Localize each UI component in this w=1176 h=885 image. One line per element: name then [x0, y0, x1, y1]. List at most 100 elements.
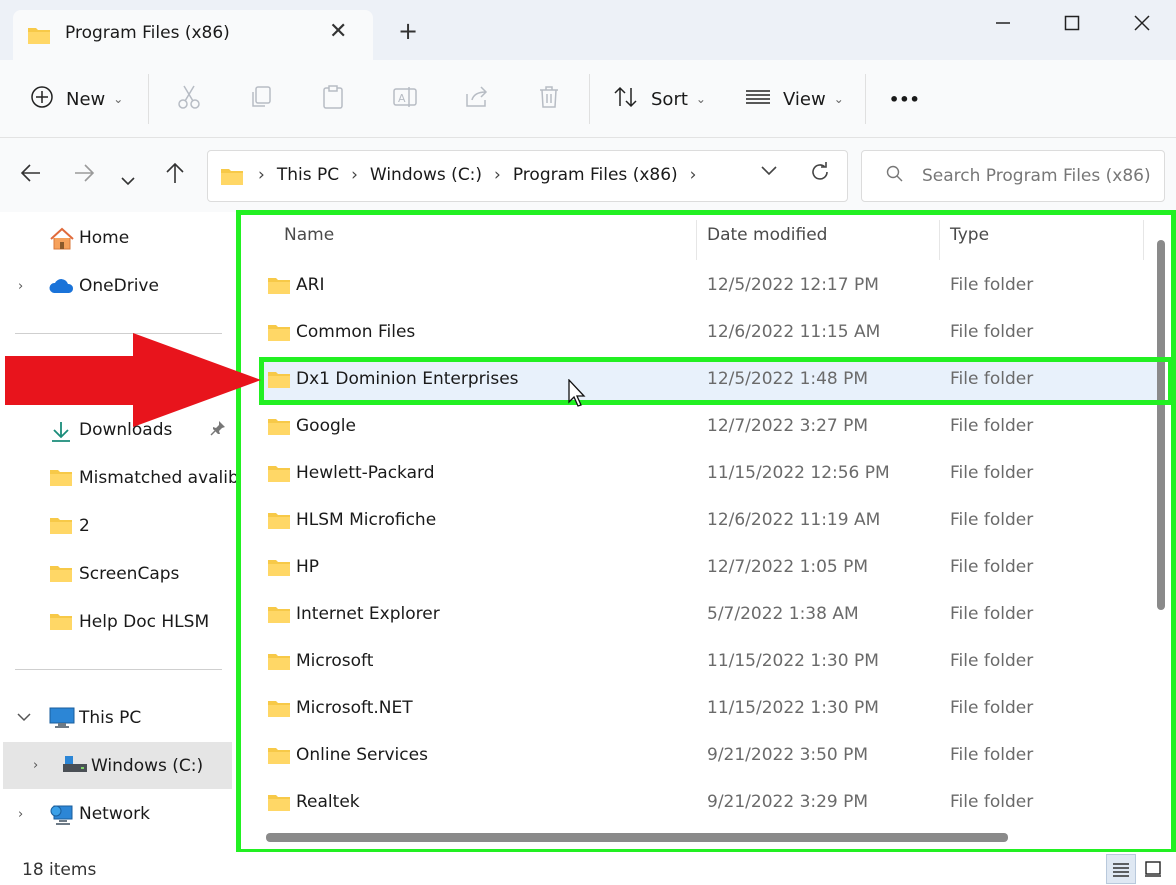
row-type: File folder	[950, 792, 1034, 812]
share-button[interactable]	[464, 60, 490, 138]
rename-icon: A	[392, 84, 418, 115]
minimize-button[interactable]	[979, 8, 1027, 38]
row-name: HLSM Microfiche	[296, 510, 437, 530]
row-date-modified: 12/5/2022 1:48 PM	[707, 369, 869, 389]
table-row[interactable]: Microsoft.NET 11/15/2022 1:30 PM File fold…	[259, 687, 1157, 731]
table-row[interactable]: Realtek 9/21/2022 3:29 PM File folder	[259, 781, 1157, 825]
sidebar-item-screencaps[interactable]: ScreenCaps	[0, 553, 236, 595]
refresh-icon[interactable]	[809, 161, 831, 189]
search-icon	[886, 165, 904, 188]
row-name: Microsoft.NET	[296, 698, 413, 718]
table-row[interactable]: ARI 12/5/2022 12:17 PM File folder	[259, 264, 1157, 308]
up-arrow-icon[interactable]	[164, 162, 186, 190]
table-row[interactable]: Hewlett-Packard 11/15/2022 12:56 PM File f…	[259, 452, 1157, 496]
chevron-right-icon: ›	[689, 165, 697, 185]
paste-button[interactable]	[320, 60, 346, 138]
column-header-type[interactable]: Type	[950, 212, 989, 258]
view-lines-icon	[745, 87, 771, 112]
breadcrumb-program-files-x86[interactable]: Program Files (x86)	[513, 165, 678, 185]
chevron-right-icon: ›	[18, 806, 24, 822]
folder-icon	[267, 698, 291, 723]
new-tab-button[interactable]: +	[398, 17, 418, 45]
chevron-right-icon: ›	[258, 165, 265, 185]
table-row[interactable]: Microsoft 11/15/2022 1:30 PM File folder	[259, 640, 1157, 684]
sort-button[interactable]: Sort ⌄	[613, 60, 706, 138]
row-date-modified: 9/21/2022 3:29 PM	[707, 792, 869, 812]
network-icon	[49, 803, 75, 832]
sidebar-item-onedrive[interactable]: › OneDrive	[0, 265, 236, 307]
folder-icon	[267, 792, 291, 817]
search-placeholder: Search Program Files (x86)	[922, 166, 1151, 186]
forward-arrow-icon[interactable]	[73, 162, 95, 190]
rename-button[interactable]: A	[392, 60, 418, 138]
column-divider[interactable]	[1143, 220, 1144, 260]
more-options-button[interactable]: •••	[889, 60, 920, 138]
tab-program-files[interactable]: Program Files (x86) ✕	[13, 10, 373, 61]
row-date-modified: 11/15/2022 1:30 PM	[707, 651, 879, 671]
sidebar-item-label: OneDrive	[79, 276, 159, 296]
table-row[interactable]: Online Services 9/21/2022 3:50 PM File fol…	[259, 734, 1157, 778]
table-row[interactable]: HLSM Microfiche 12/6/2022 11:19 AM File fo…	[259, 499, 1157, 543]
column-header-date-modified[interactable]: Date modified	[707, 212, 827, 258]
breadcrumb-this-pc[interactable]: This PC	[277, 165, 339, 185]
folder-icon	[267, 557, 291, 582]
chevron-right-icon: ›	[494, 165, 501, 185]
folder-icon	[267, 510, 291, 535]
delete-button[interactable]	[536, 60, 562, 138]
sidebar-item-2[interactable]: 2	[0, 505, 236, 547]
row-date-modified: 12/5/2022 12:17 PM	[707, 275, 879, 295]
row-type: File folder	[950, 557, 1034, 577]
chevron-down-icon: ⌄	[695, 92, 706, 106]
back-arrow-icon[interactable]	[20, 162, 42, 190]
toolbar-divider	[148, 74, 149, 124]
row-name: Common Files	[296, 322, 416, 342]
recent-locations-chevron-icon[interactable]	[120, 168, 136, 193]
new-label: New	[66, 88, 106, 110]
search-input[interactable]: Search Program Files (x86)	[861, 150, 1165, 202]
sidebar-item-help-doc-hlsm[interactable]: Help Doc HLSM	[0, 601, 236, 643]
chevron-right-icon: ›	[351, 165, 358, 185]
row-name: ARI	[296, 275, 325, 295]
maximize-button[interactable]	[1048, 8, 1096, 38]
red-arrow-icon	[5, 333, 261, 434]
tab-close-button[interactable]: ✕	[329, 19, 347, 44]
view-button[interactable]: View ⌄	[745, 60, 844, 138]
details-view-button[interactable]	[1106, 854, 1136, 884]
row-name: Internet Explorer	[296, 604, 440, 624]
table-row[interactable]: Internet Explorer 5/7/2022 1:38 AM File fo…	[259, 593, 1157, 637]
drive-icon	[62, 754, 88, 779]
column-header-name[interactable]: Name	[284, 212, 334, 258]
sidebar-item-home[interactable]: Home	[0, 217, 236, 259]
address-history-chevron-icon[interactable]	[760, 164, 778, 180]
row-name: Online Services	[296, 745, 428, 765]
sidebar-item-windows-c[interactable]: › Windows (C:)	[3, 742, 232, 789]
breadcrumb-windows-c[interactable]: Windows (C:)	[370, 165, 482, 185]
vertical-scrollbar[interactable]	[1157, 240, 1165, 610]
tiles-view-button[interactable]	[1138, 854, 1168, 884]
column-divider[interactable]	[696, 220, 697, 260]
folder-icon	[27, 25, 51, 50]
close-window-button[interactable]	[1118, 8, 1166, 38]
title-bar: Program Files (x86) ✕ +	[0, 0, 1176, 61]
table-row[interactable]: HP 12/7/2022 1:05 PM File folder	[259, 546, 1157, 590]
sidebar-item-network[interactable]: › Network	[0, 793, 236, 835]
table-row[interactable]: Dx1 Dominion Enterprises 12/5/2022 1:48 P…	[259, 358, 1157, 402]
chevron-down-icon: ⌄	[113, 92, 124, 106]
table-row[interactable]: Common Files 12/6/2022 11:15 AM File folde…	[259, 311, 1157, 355]
view-label: View	[783, 88, 826, 110]
chevron-down-icon	[17, 711, 31, 726]
mouse-cursor-icon	[568, 378, 588, 412]
sidebar-item-this-pc[interactable]: This PC	[0, 697, 236, 739]
column-divider[interactable]	[939, 220, 940, 260]
new-button[interactable]: New ⌄	[30, 60, 123, 138]
sidebar-item-label: Help Doc HLSM	[79, 612, 210, 632]
status-bar: 18 items	[0, 852, 1176, 885]
item-count: 18 items	[22, 860, 97, 880]
cut-button[interactable]	[176, 60, 202, 138]
sidebar-item-mismatched-avalibility[interactable]: Mismatched avalibility	[0, 457, 236, 499]
horizontal-scrollbar[interactable]	[266, 833, 1008, 842]
copy-button[interactable]	[248, 60, 274, 138]
table-row[interactable]: Google 12/7/2022 3:27 PM File folder	[259, 405, 1157, 449]
toolbar-divider	[589, 74, 590, 124]
address-bar[interactable]: › This PC › Windows (C:) › Program Files…	[207, 150, 848, 202]
